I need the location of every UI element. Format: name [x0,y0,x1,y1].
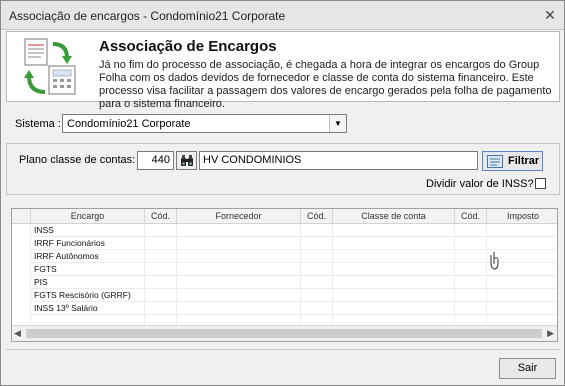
documents-recycle-icon [24,38,76,95]
column-header-cod-fornecedor[interactable]: Cód. [145,209,177,224]
table-row[interactable]: FGTS [12,263,557,276]
scroll-right-icon[interactable]: ▶ [547,328,554,339]
encargo-cell[interactable]: INSS [31,224,145,237]
scroll-left-icon[interactable]: ◀ [14,328,21,339]
header-description: Já no fim do processo de associação, é c… [99,59,552,110]
encargo-cell[interactable]: PIS [31,276,145,289]
sistema-label: Sistema : [15,118,61,130]
plano-name-field[interactable]: HV CONDOMINIOS [199,151,478,170]
table-row[interactable]: IRRF Autônomos [12,250,557,263]
header-title: Associação de Encargos [99,38,277,55]
title-bar[interactable]: Associação de encargos - Condomínio21 Co… [1,1,564,30]
mouse-cursor-icon [490,252,499,270]
horizontal-scrollbar[interactable]: ◀ ▶ [12,325,557,341]
column-header-classe-de-conta[interactable]: Classe de conta [333,209,455,224]
dialog-window: Associação de encargos - Condomínio21 Co… [0,0,565,386]
binoculars-icon [181,155,193,166]
filter-icon [487,155,503,168]
table-row[interactable]: INSS [12,224,557,237]
encargo-cell[interactable]: FGTS [31,263,145,276]
scrollbar-thumb[interactable] [26,329,542,338]
grid-header: Encargo Cód. Fornecedor Cód. Classe de c… [12,209,557,224]
close-icon[interactable]: ✕ [542,7,558,23]
filtrar-button[interactable]: Filtrar [482,151,543,171]
table-row[interactable]: IRRF Funcionários [12,237,557,250]
footer-divider [6,349,560,350]
encargo-cell[interactable]: FGTS Rescisório (GRRF) [31,289,145,302]
column-header-imposto[interactable]: Imposto [487,209,557,224]
row-indicator-header [12,209,31,224]
dividir-inss-label: Dividir valor de INSS? [426,178,534,190]
filtrar-label: Filtrar [508,155,540,167]
chevron-down-icon[interactable]: ▼ [329,115,346,132]
sair-button[interactable]: Sair [499,358,556,379]
search-plano-button[interactable] [176,151,197,170]
column-header-fornecedor[interactable]: Fornecedor [177,209,301,224]
column-header-cod-imposto[interactable]: Cód. [455,209,487,224]
header-panel: Associação de Encargos Já no fim do proc… [6,31,560,110]
encargo-cell[interactable]: IRRF Autônomos [31,250,145,263]
encargo-cell[interactable]: IRRF Funcionários [31,237,145,250]
table-row[interactable]: INSS 13º Salário [12,302,557,315]
column-header-cod-classe[interactable]: Cód. [301,209,333,224]
sistema-value: Condomínio21 Corporate [67,118,191,130]
plano-code-field[interactable]: 440 [137,151,174,170]
encargos-grid[interactable]: Encargo Cód. Fornecedor Cód. Classe de c… [11,208,558,342]
plano-label: Plano classe de contas: [19,154,136,166]
table-row[interactable]: PIS [12,276,557,289]
sistema-select[interactable]: Condomínio21 Corporate ▼ [62,114,347,133]
encargo-cell[interactable]: INSS 13º Salário [31,302,145,315]
column-header-encargo[interactable]: Encargo [31,209,145,224]
window-title: Associação de encargos - Condomínio21 Co… [9,9,286,23]
table-row[interactable]: FGTS Rescisório (GRRF) [12,289,557,302]
dividir-inss-checkbox[interactable] [535,178,546,189]
